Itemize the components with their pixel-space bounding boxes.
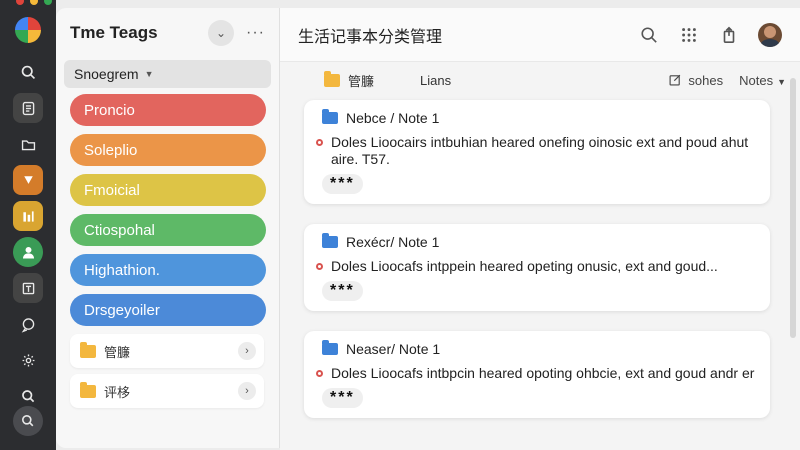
more-icon[interactable]: ··· — [246, 24, 265, 42]
bullet-icon — [316, 139, 323, 146]
note-text: Doles Lioocafs intbpcin heared opoting o… — [331, 365, 755, 381]
folder-icon — [322, 109, 338, 124]
share-icon[interactable] — [718, 24, 740, 46]
search-icon[interactable] — [13, 57, 43, 87]
note-card[interactable]: Nebce / Note 1 Doles Lioocairs intbuhian… — [304, 100, 770, 204]
window-close-dot[interactable] — [16, 0, 24, 5]
folder-icon — [80, 381, 96, 398]
chevron-right-icon[interactable]: › — [238, 382, 256, 400]
note-text: Doles Lioocafs intppein heared opeting o… — [331, 258, 718, 274]
notes-dropdown-label: Notes — [739, 72, 774, 88]
folder-icon[interactable] — [13, 129, 43, 159]
folder-item[interactable]: 评栘 › — [70, 374, 264, 408]
folder-icon — [322, 340, 338, 355]
tag-list: Proncio Soleplio Fmoicial Ctiospohal Hig… — [56, 88, 279, 326]
search-icon[interactable] — [638, 24, 660, 46]
grid-icon[interactable] — [678, 24, 700, 46]
note-title: Rexécr/ Note 1 — [346, 234, 440, 250]
avatar[interactable] — [758, 22, 782, 47]
note-card[interactable]: Rexécr/ Note 1 Doles Lioocafs intppein h… — [304, 224, 770, 311]
window-minimize-dot[interactable] — [30, 0, 38, 5]
new-note-button[interactable]: sohes — [668, 73, 723, 88]
note-rating[interactable]: *** — [322, 388, 363, 408]
bookmark-icon[interactable] — [13, 165, 43, 195]
tab-lians[interactable]: Lians — [420, 73, 451, 88]
folder-icon — [80, 341, 96, 358]
note-text: Doles Lioocairs intbuhian heared onefing… — [331, 134, 749, 167]
note-body: Doles Lioocairs intbuhian heared onefing… — [316, 134, 756, 168]
tag-item[interactable]: Ctiospohal — [70, 214, 266, 246]
user-icon[interactable] — [13, 237, 43, 267]
notes-dropdown[interactable]: Notes ▼ — [739, 73, 786, 88]
note-card[interactable]: Neaser/ Note 1 Doles Lioocafs intbpcin h… — [304, 331, 770, 418]
scrollbar[interactable] — [790, 78, 796, 338]
folder-icon — [324, 70, 340, 87]
notebook-select[interactable]: Snoegrem ▼ — [64, 60, 271, 88]
main-panel: 生活记事本分类管理 管臁 Lians sohes Notes ▼ Nebce / … — [280, 8, 800, 450]
note-card-header: Nebce / Note 1 — [322, 109, 756, 126]
folder-label: 管臁 — [104, 344, 131, 360]
note-title: Nebce / Note 1 — [346, 110, 440, 126]
chart-icon[interactable] — [13, 201, 43, 231]
note-rating[interactable]: *** — [322, 281, 363, 301]
notes-icon[interactable] — [13, 93, 43, 123]
note-rating[interactable]: *** — [322, 174, 363, 194]
top-bar: 生活记事本分类管理 — [280, 8, 800, 62]
gear-icon[interactable] — [13, 345, 43, 375]
window-zoom-dot[interactable] — [44, 0, 52, 5]
search-icon[interactable] — [13, 406, 43, 436]
sidebar-header: Tme Teags ⌄ ··· — [56, 8, 279, 58]
folder-icon — [322, 233, 338, 248]
new-note-label: sohes — [688, 72, 724, 88]
tag-item[interactable]: Highathion. — [70, 254, 266, 286]
caret-down-icon: ▼ — [777, 76, 786, 87]
tag-item[interactable]: Soleplio — [70, 134, 266, 166]
notebook-select-value: Snoegrem — [74, 66, 139, 82]
text-icon[interactable] — [13, 273, 43, 303]
folder-list: 管臁 › 评栘 › — [56, 334, 279, 408]
tag-item[interactable]: Fmoicial — [70, 174, 266, 206]
app-logo[interactable] — [15, 17, 41, 43]
current-folder-label[interactable]: 管臁 — [348, 71, 374, 90]
bullet-icon — [316, 263, 323, 270]
note-body: Doles Lioocafs intppein heared opeting o… — [316, 258, 756, 275]
chat-icon[interactable] — [13, 309, 43, 339]
tag-item[interactable]: Proncio — [70, 94, 266, 126]
window-controls — [16, 0, 52, 5]
bullet-icon — [316, 370, 323, 377]
note-body: Doles Lioocafs intbpcin heared opoting o… — [316, 365, 756, 382]
tags-sidebar: Tme Teags ⌄ ··· Snoegrem ▼ Proncio Solep… — [56, 8, 280, 448]
note-title: Neaser/ Note 1 — [346, 341, 441, 357]
note-card-header: Rexécr/ Note 1 — [322, 233, 756, 250]
sub-toolbar: 管臁 Lians sohes Notes ▼ — [280, 62, 800, 98]
edit-icon — [669, 74, 681, 86]
chevron-down-icon[interactable]: ⌄ — [208, 20, 235, 46]
note-card-header: Neaser/ Note 1 — [322, 340, 756, 357]
tag-item[interactable]: Drsgeyoiler — [70, 294, 266, 326]
page-title: 生活记事本分类管理 — [298, 28, 443, 46]
folder-label: 评栘 — [104, 384, 131, 400]
chevron-right-icon[interactable]: › — [238, 342, 256, 360]
caret-down-icon: ▼ — [144, 69, 154, 79]
app-rail — [0, 0, 56, 450]
sidebar-title: Tme Teags — [70, 23, 158, 42]
note-list: Nebce / Note 1 Doles Lioocairs intbuhian… — [304, 100, 770, 432]
folder-item[interactable]: 管臁 › — [70, 334, 264, 368]
